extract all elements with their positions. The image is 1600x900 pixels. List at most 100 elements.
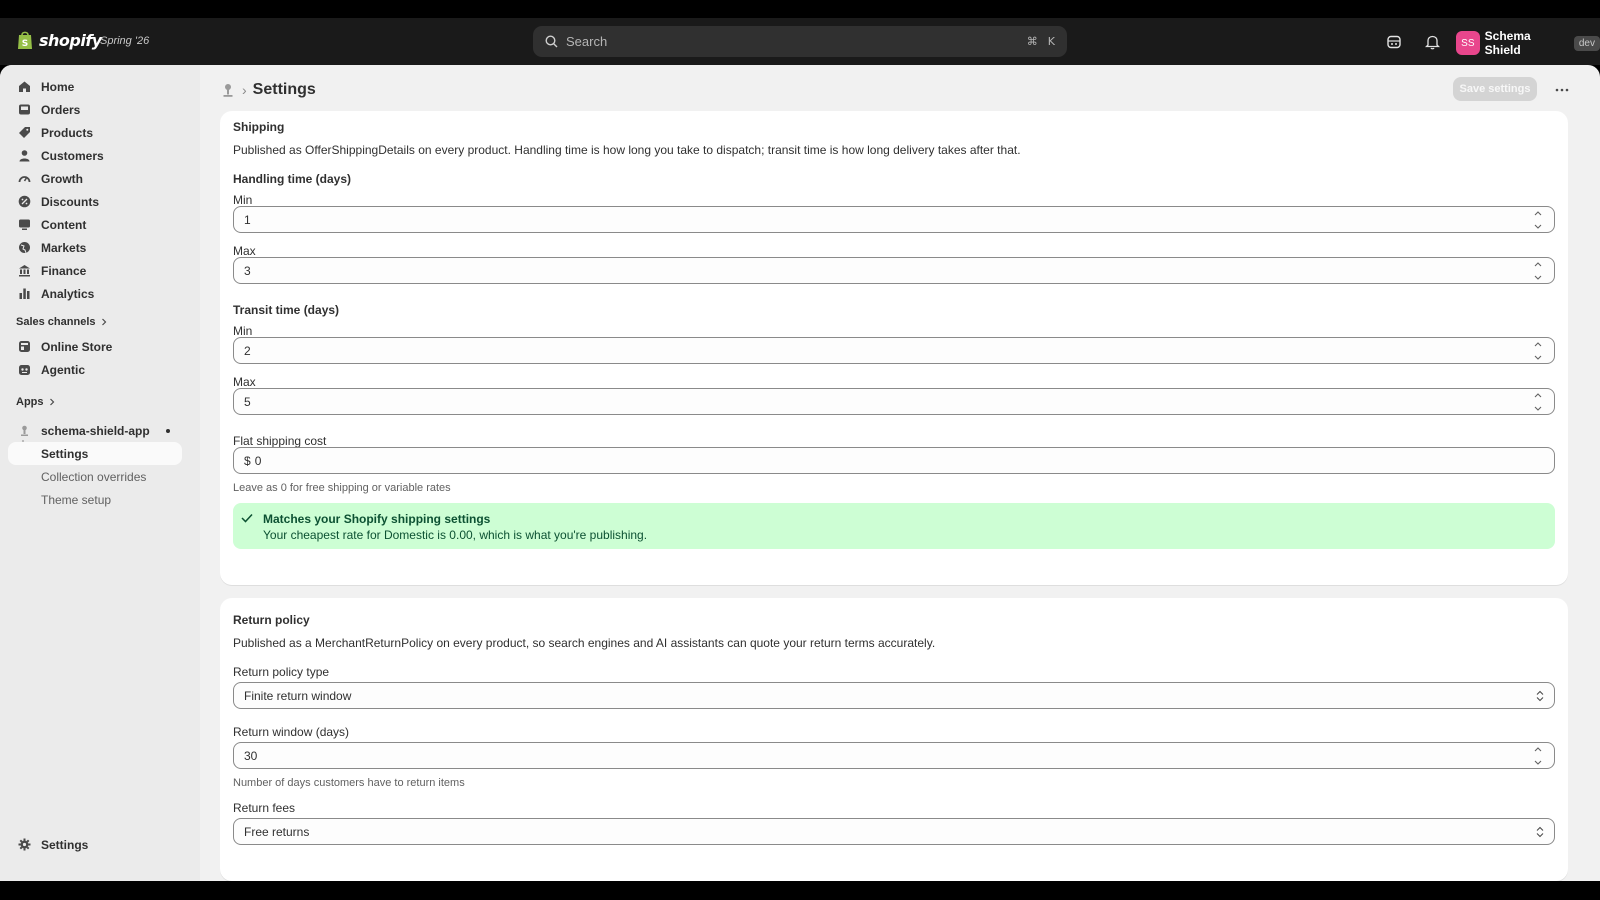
- transit-min-input[interactable]: [244, 343, 1532, 358]
- chevron-down-icon[interactable]: [1534, 406, 1542, 412]
- sidebar-item-label: Settings: [41, 837, 89, 852]
- save-settings-button[interactable]: Save settings: [1453, 77, 1537, 101]
- sidebar-item-home[interactable]: Home: [8, 75, 182, 98]
- sidebar-subitem-theme-setup[interactable]: Theme setup: [8, 488, 182, 511]
- select-chevrons-icon: [1536, 690, 1544, 701]
- return-fees-label: Return fees: [233, 801, 296, 815]
- chevron-up-icon[interactable]: [1534, 392, 1542, 398]
- sidebar-item-growth[interactable]: Growth: [8, 167, 182, 190]
- handling-max-label: Max: [233, 244, 256, 258]
- sidebar-subitem-label: Theme setup: [41, 492, 112, 507]
- return-window-help: Number of days customers have to return …: [233, 777, 465, 789]
- user-menu[interactable]: SS Schema Shield dev: [1456, 29, 1600, 57]
- transit-min-field[interactable]: [233, 337, 1555, 364]
- sales-channels-header[interactable]: Sales channels: [16, 316, 108, 328]
- number-stepper[interactable]: [1532, 746, 1544, 766]
- shipping-card: Shipping Published as OfferShippingDetai…: [220, 111, 1568, 585]
- transit-max-field[interactable]: [233, 388, 1555, 415]
- search-input[interactable]: [566, 34, 1027, 49]
- chevron-down-icon[interactable]: [1534, 224, 1542, 230]
- home-icon: [17, 80, 31, 94]
- chevron-down-icon[interactable]: [1534, 275, 1542, 281]
- shipping-title: Shipping: [233, 120, 285, 134]
- sidebar-item-label: Markets: [41, 240, 87, 255]
- sidebar-subitem-label: Settings: [41, 446, 89, 461]
- sidebar-subitem-settings[interactable]: Settings: [8, 442, 182, 465]
- number-stepper[interactable]: [1532, 261, 1544, 281]
- sidebar-item-analytics[interactable]: Analytics: [8, 282, 182, 305]
- return-fees-select[interactable]: Free returns: [233, 818, 1555, 845]
- banner-title: Matches your Shopify shipping settings: [263, 512, 491, 526]
- chevron-down-icon[interactable]: [1534, 355, 1542, 361]
- app-pin-dot: [166, 429, 170, 433]
- handling-min-input[interactable]: [244, 212, 1532, 227]
- chevron-up-icon[interactable]: [1534, 210, 1542, 216]
- return-policy-type-value: Finite return window: [244, 688, 352, 703]
- sidebar-item-customers[interactable]: Customers: [8, 144, 182, 167]
- discount-icon: [17, 195, 31, 209]
- app-breadcrumb-icon[interactable]: [220, 82, 236, 98]
- bank-icon: [17, 264, 31, 278]
- chevron-right-icon: [101, 318, 106, 326]
- chevron-up-icon[interactable]: [1534, 341, 1542, 347]
- sidebar-item-products[interactable]: Products: [8, 121, 182, 144]
- inbox-icon: [17, 103, 31, 117]
- chevron-right-icon: [49, 398, 54, 406]
- page-title: Settings: [252, 81, 316, 98]
- sidebar-item-settings[interactable]: Settings: [8, 833, 182, 856]
- shortcut-cmd: ⌘: [1026, 35, 1038, 48]
- flat-shipping-cost-field[interactable]: $: [233, 447, 1555, 474]
- more-actions-button[interactable]: [1550, 79, 1574, 101]
- app-area: Home Orders Products Customers Growth Di…: [0, 65, 1600, 881]
- shopify-logo[interactable]: S shopify: [16, 30, 102, 50]
- return-policy-type-select[interactable]: Finite return window: [233, 682, 1555, 709]
- sidebar-item-label: Online Store: [41, 339, 113, 354]
- return-window-label: Return window (days): [233, 725, 350, 739]
- chevron-up-icon[interactable]: [1534, 261, 1542, 267]
- sidebar-subitem-label: Collection overrides: [41, 469, 147, 484]
- chevron-up-icon[interactable]: [1534, 746, 1542, 752]
- return-policy-type-label: Return policy type: [233, 665, 330, 679]
- return-window-field[interactable]: [233, 742, 1555, 769]
- handling-max-input[interactable]: [244, 263, 1532, 278]
- handling-min-field[interactable]: [233, 206, 1555, 233]
- return-policy-title: Return policy: [233, 613, 310, 627]
- sidebar-subitem-collection-overrides[interactable]: Collection overrides: [8, 465, 182, 488]
- sidekick-button[interactable]: [1384, 32, 1404, 52]
- number-stepper[interactable]: [1532, 392, 1544, 412]
- gauge-icon: [17, 172, 31, 186]
- top-bar: S shopify Spring '26 ⌘ K: [0, 18, 1600, 65]
- number-stepper[interactable]: [1532, 210, 1544, 230]
- apps-header[interactable]: Apps: [16, 396, 56, 408]
- handling-max-field[interactable]: [233, 257, 1555, 284]
- sidebar-item-label: Analytics: [41, 286, 95, 301]
- transit-max-input[interactable]: [244, 394, 1532, 409]
- number-stepper[interactable]: [1532, 341, 1544, 361]
- global-search[interactable]: ⌘ K: [533, 26, 1067, 57]
- transit-time-title: Transit time (days): [233, 303, 340, 317]
- bell-icon: [1424, 35, 1440, 50]
- flat-shipping-cost-input[interactable]: [254, 453, 1544, 468]
- shipping-match-banner: Matches your Shopify shipping settings Y…: [233, 503, 1555, 549]
- sidebar-item-label: Finance: [41, 263, 87, 278]
- shortcut-key: K: [1047, 35, 1055, 48]
- sidebar-item-markets[interactable]: Markets: [8, 236, 182, 259]
- sidebar-item-label: Growth: [41, 171, 83, 186]
- return-window-input[interactable]: [244, 748, 1532, 763]
- sidebar-item-content[interactable]: Content: [8, 213, 182, 236]
- sidebar-item-finance[interactable]: Finance: [8, 259, 182, 282]
- banner-text: Your cheapest rate for Domestic is 0.00,…: [263, 528, 648, 542]
- return-fees-value: Free returns: [244, 824, 310, 839]
- chevron-down-icon[interactable]: [1534, 760, 1542, 766]
- sidebar-item-discounts[interactable]: Discounts: [8, 190, 182, 213]
- sidebar-item-label: Home: [41, 79, 75, 94]
- return-policy-description: Published as a MerchantReturnPolicy on e…: [233, 636, 936, 650]
- notifications-button[interactable]: [1422, 32, 1442, 52]
- sidebar-item-orders[interactable]: Orders: [8, 98, 182, 121]
- sidebar-item-schema-shield-app[interactable]: schema-shield-app: [8, 419, 182, 442]
- sidebar-item-agentic[interactable]: Agentic: [8, 358, 182, 381]
- sidebar: Home Orders Products Customers Growth Di…: [0, 65, 200, 881]
- gear-icon: [17, 838, 31, 852]
- sidebar-item-online-store[interactable]: Online Store: [8, 335, 182, 358]
- shipping-description: Published as OfferShippingDetails on eve…: [233, 143, 1021, 157]
